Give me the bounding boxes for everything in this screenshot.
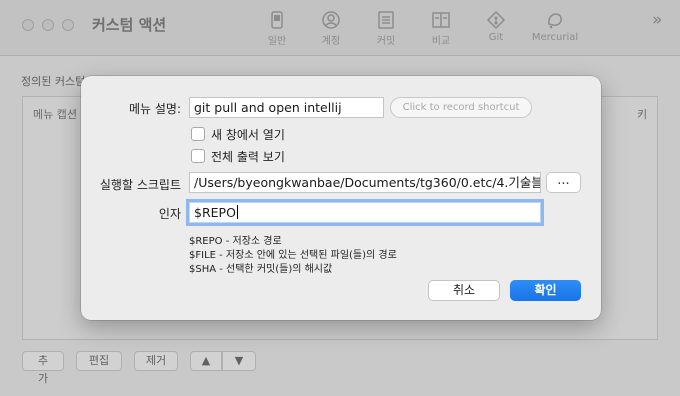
toolbar-commit[interactable]: 커밋 [358, 10, 414, 50]
show-full-output-checkbox[interactable]: 전체 출력 보기 [191, 148, 285, 164]
column-header-key[interactable]: 키 [637, 106, 647, 122]
custom-action-dialog: 메뉴 설명: git pull and open intellij Click … [81, 76, 601, 320]
move-down-button[interactable]: ▼ [222, 351, 256, 371]
toolbar-git[interactable]: Git [468, 10, 524, 50]
checkbox-box[interactable] [191, 127, 205, 141]
help-text-sha: $SHA - 선택한 커밋(들)의 해시값 [189, 264, 333, 275]
browse-button[interactable]: ... [546, 172, 581, 193]
script-path-field[interactable]: /Users/byeongkwanbae/Documents/tg360/0.e… [189, 172, 541, 193]
parameters-field[interactable]: $REPO [189, 202, 541, 223]
edit-button[interactable]: 편집 [76, 351, 122, 371]
parameters-label: 인자 [158, 207, 181, 221]
toolbar-accounts[interactable]: 계정 [303, 10, 359, 50]
remove-button[interactable]: 제거 [134, 351, 178, 371]
cancel-button[interactable]: 취소 [428, 280, 500, 301]
commit-icon [376, 10, 396, 30]
mercurial-icon [545, 10, 565, 30]
ok-button[interactable]: 확인 [510, 280, 581, 301]
toolbar-mercurial[interactable]: Mercurial [527, 10, 583, 50]
add-button[interactable]: 추가 [22, 351, 64, 385]
zoom-window-button[interactable] [62, 19, 74, 31]
help-text-file: $FILE - 저장소 안에 있는 선택된 파일(들)의 경로 [189, 250, 397, 261]
compare-icon [431, 10, 451, 30]
account-icon [321, 10, 341, 30]
chevron-right-icon[interactable]: » [652, 10, 662, 30]
record-shortcut-field[interactable]: Click to record shortcut [390, 97, 532, 118]
toolbar-compare[interactable]: 비교 [413, 10, 469, 50]
phone-icon [267, 10, 287, 30]
text-caret [236, 205, 238, 219]
column-header-caption[interactable]: 메뉴 캡션 [33, 106, 77, 122]
toolbar-general[interactable]: 일반 [249, 10, 305, 50]
move-up-button[interactable]: ▲ [190, 351, 222, 371]
open-in-new-window-checkbox[interactable]: 새 창에서 열기 [191, 126, 285, 142]
checkbox-box[interactable] [191, 149, 205, 163]
close-window-button[interactable] [22, 19, 34, 31]
help-text-repo: $REPO - 저장소 경로 [189, 236, 282, 247]
menu-caption-label: 메뉴 설명: [128, 102, 181, 116]
window-title: 커스텀 액션 [92, 16, 167, 34]
script-label: 실행할 스크립트 [99, 178, 181, 192]
menu-caption-field[interactable]: git pull and open intellij [189, 97, 384, 118]
title-bar: 커스텀 액션 일반 계정 커밋 비교 Git Mercurial » [0, 0, 680, 56]
git-icon [486, 10, 506, 30]
minimize-window-button[interactable] [42, 19, 54, 31]
parameters-value: $REPO [194, 205, 236, 220]
